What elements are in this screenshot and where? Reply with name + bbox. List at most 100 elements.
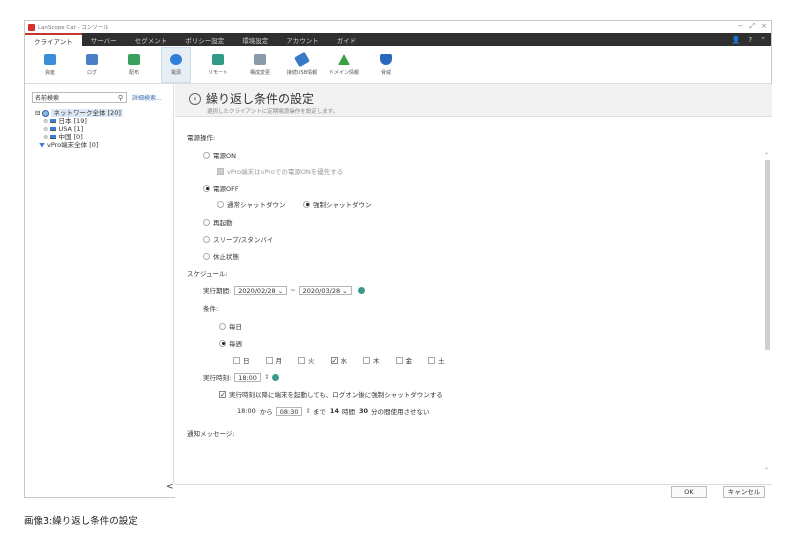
day-tue-checkbox[interactable]	[298, 356, 305, 364]
ribbon-usb-button[interactable]: 接続USB情報	[287, 47, 317, 83]
start-date-picker[interactable]: 2020/02/28 ⌄	[234, 285, 288, 295]
time-label: 実行時刻:	[203, 374, 232, 382]
user-icon[interactable]: 👤	[732, 36, 741, 44]
computer-icon	[50, 119, 57, 123]
force-after-checkbox[interactable]: ✓	[219, 390, 226, 398]
range-made: まで	[312, 408, 326, 416]
tree-node-china[interactable]: ⊕ 中国 [0]	[35, 133, 123, 141]
help-icon[interactable]: ?	[748, 36, 752, 44]
restart-radio[interactable]	[203, 218, 210, 226]
range-start-time: 18:00	[237, 407, 256, 415]
tab-policy[interactable]: ポリシー設定	[176, 33, 233, 46]
day-sun-checkbox[interactable]	[233, 356, 240, 364]
tab-server[interactable]: サーバー	[82, 33, 126, 46]
ribbon-power-button[interactable]: 電源	[161, 47, 191, 83]
computer-icon	[50, 135, 57, 139]
vpro-priority-option: vPro端末はvProでの電源ONを優先する	[217, 166, 343, 176]
day-thu-checkbox[interactable]	[363, 356, 370, 364]
weekly-option[interactable]: 毎週	[219, 338, 242, 348]
collapse-ribbon-icon[interactable]: ⌃	[760, 36, 766, 44]
app-window: LanScope Cat - コンソール − ⤢ × クライアント サーバー セ…	[24, 20, 772, 498]
search-icon[interactable]: ⚲	[118, 94, 123, 102]
calendar-icon[interactable]	[357, 286, 365, 294]
range-spinner-icon[interactable]: ⇕	[305, 407, 310, 415]
hours-unit: 時間	[341, 408, 355, 416]
power-off-option[interactable]: 電源OFF	[203, 183, 239, 193]
day-mon-checkbox[interactable]	[265, 356, 273, 364]
maximize-button[interactable]: ⤢	[750, 22, 756, 31]
restart-option[interactable]: 再起動	[203, 217, 233, 227]
main-panel: ‹ 繰り返し条件の設定 選択したクライアントに定期電源操作を設定します。 電源操…	[175, 84, 772, 484]
hibernate-radio[interactable]	[203, 252, 210, 260]
expand-toggle-icon[interactable]: ⊕	[43, 117, 48, 125]
day-wed-checkbox[interactable]: ✓	[330, 356, 338, 364]
main-nav: クライアント サーバー セグメント ポリシー設定 環境設定 アカウント ガイド …	[25, 33, 771, 46]
config-change-icon	[254, 54, 266, 65]
sleep-radio[interactable]	[203, 235, 210, 243]
ribbon-distribute-button[interactable]: 配布	[119, 47, 149, 83]
collapse-toggle-icon[interactable]: ⊟	[35, 109, 40, 117]
ribbon-log-button[interactable]: ログ	[77, 47, 107, 83]
ribbon-remote-button[interactable]: リモート	[203, 47, 233, 83]
vertical-scrollbar[interactable]: ⌃ ⌄	[764, 152, 771, 472]
tab-account[interactable]: アカウント	[277, 33, 328, 46]
force-after-option[interactable]: ✓ 実行時刻以降に端末を起動しても、ログオン後に強制シャットダウンする	[219, 389, 443, 399]
ribbon-config-change-button[interactable]: 構成変更	[245, 47, 275, 83]
left-panel: 名前検索 ⚲ 詳細検索... ⊟ ネットワーク全体 [20] ⊕ 日本 [19] ⊕…	[25, 84, 174, 492]
ribbon-domain-button[interactable]: ドメイン情報	[329, 47, 359, 83]
cancel-button[interactable]: キャンセル	[723, 486, 765, 498]
tree-node-japan[interactable]: ⊕ 日本 [19]	[35, 117, 123, 125]
power-off-radio[interactable]	[203, 184, 210, 192]
name-search-input[interactable]: 名前検索 ⚲	[32, 92, 127, 103]
advanced-search-link[interactable]: 詳細検索...	[132, 93, 162, 102]
ribbon-toolbar: 資産 ログ 配布 電源 リモート 構成変更 接続USB情報 ドメイン情報 脅威	[25, 46, 771, 84]
power-operation-label: 電源操作:	[187, 134, 216, 142]
hibernate-option[interactable]: 休止状態	[203, 251, 239, 261]
power-on-option[interactable]: 電源ON	[203, 150, 236, 160]
tab-guide[interactable]: ガイド	[328, 33, 366, 46]
end-date-picker[interactable]: 2020/03/28 ⌄	[298, 285, 352, 295]
power-icon	[170, 54, 182, 65]
tree-node-network[interactable]: ⊟ ネットワーク全体 [20]	[35, 109, 123, 117]
ribbon-assets-button[interactable]: 資産	[35, 47, 65, 83]
period-label: 実行期間:	[203, 287, 232, 295]
normal-shutdown-option[interactable]: 通常シャットダウン	[217, 199, 286, 209]
scroll-down-icon[interactable]: ⌄	[764, 464, 769, 471]
expand-toggle-icon[interactable]: ⊕	[43, 133, 48, 141]
tab-environment[interactable]: 環境設定	[233, 33, 277, 46]
collapse-panel-button[interactable]: <	[166, 482, 174, 492]
clock-icon[interactable]	[272, 373, 280, 381]
tab-client[interactable]: クライアント	[25, 33, 82, 46]
scroll-thumb[interactable]	[765, 160, 770, 350]
power-on-radio[interactable]	[203, 151, 210, 159]
time-spinner-icon[interactable]: ⇕	[264, 373, 269, 381]
tree-node-usa[interactable]: ⊕ USA [1]	[35, 125, 123, 133]
minimize-button[interactable]: −	[738, 22, 744, 31]
day-fri-checkbox[interactable]	[395, 356, 403, 364]
dialog-footer: OK キャンセル	[175, 484, 772, 498]
force-shutdown-option[interactable]: 強制シャットダウン	[303, 199, 372, 209]
ok-button[interactable]: OK	[671, 486, 707, 498]
expand-toggle-icon[interactable]: ⊕	[43, 125, 48, 133]
vpro-group-icon	[39, 142, 45, 148]
weekly-radio[interactable]	[219, 339, 226, 347]
time-input[interactable]: 18:00	[234, 372, 261, 382]
force-shutdown-radio[interactable]	[303, 200, 310, 208]
title-bar: LanScope Cat - コンソール − ⤢ ×	[25, 21, 771, 33]
sleep-option[interactable]: スリープ/スタンバイ	[203, 234, 273, 244]
daily-radio[interactable]	[219, 322, 226, 330]
page-title: 繰り返し条件の設定	[206, 92, 315, 106]
back-button[interactable]: ‹	[189, 93, 201, 105]
ribbon-threat-button[interactable]: 脅威	[371, 47, 401, 83]
scroll-up-icon[interactable]: ⌃	[764, 152, 769, 159]
execution-period-row: 実行期間: 2020/02/28 ⌄ ~ 2020/03/28 ⌄	[203, 285, 365, 295]
day-sat-checkbox[interactable]	[428, 356, 435, 364]
tree-node-vpro[interactable]: vPro端末全体 [0]	[35, 141, 123, 149]
weekday-checkboxes: 日 月 火 ✓ 水 木 金 土	[233, 355, 445, 365]
normal-shutdown-radio[interactable]	[217, 200, 224, 208]
daily-option[interactable]: 毎日	[219, 321, 242, 331]
close-button[interactable]: ×	[761, 22, 767, 31]
tab-segment[interactable]: セグメント	[126, 33, 177, 46]
page-header: ‹ 繰り返し条件の設定 選択したクライアントに定期電源操作を設定します。	[175, 84, 772, 117]
range-end-input[interactable]: 08:30	[275, 406, 303, 416]
